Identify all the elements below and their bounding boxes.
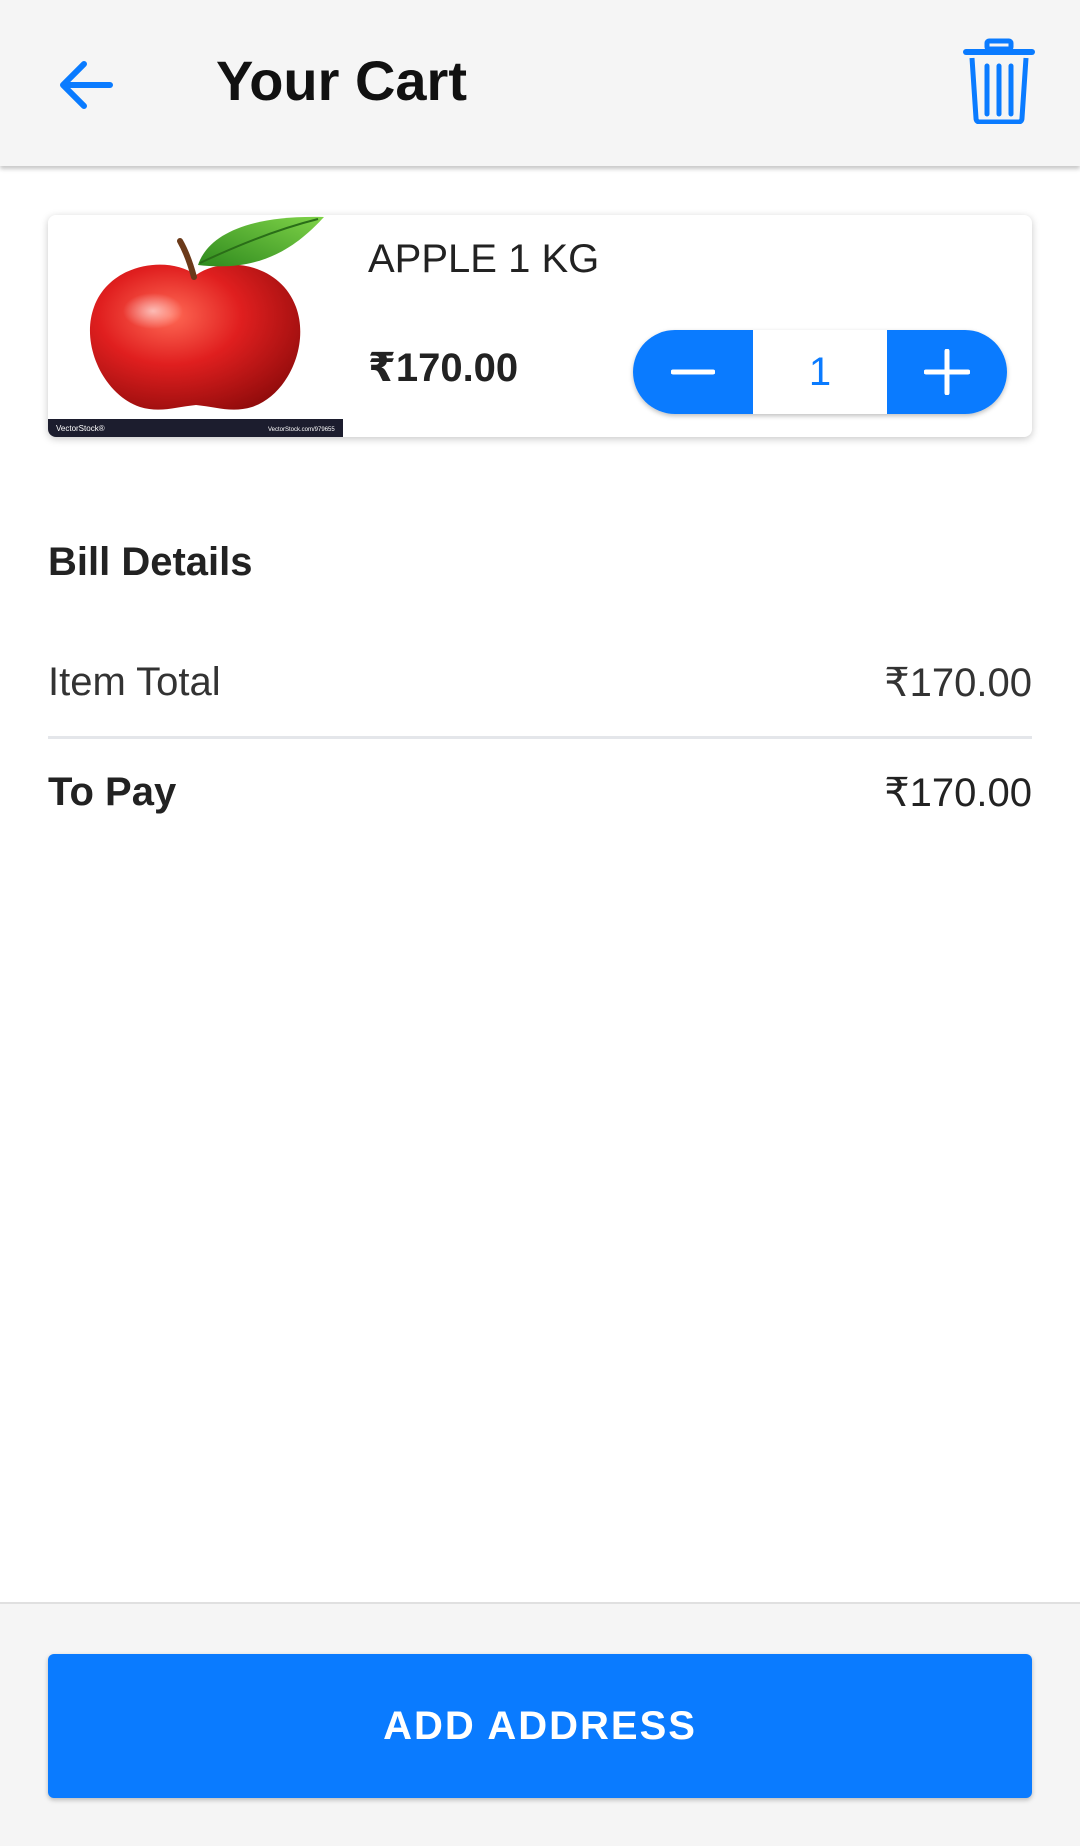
back-button[interactable] xyxy=(52,52,118,118)
image-watermark-left: VectorStock® xyxy=(56,424,105,433)
arrow-left-icon xyxy=(60,61,113,109)
to-pay-row: To Pay ₹170.00 xyxy=(48,770,1032,816)
bill-details-heading: Bill Details xyxy=(48,540,253,584)
image-watermark-right: VectorStock.com/979655 xyxy=(268,427,335,433)
bill-divider xyxy=(48,736,1032,739)
cart-item-card: VectorStock® VectorStock.com/979655 APPL… xyxy=(48,215,1032,437)
add-address-button[interactable]: ADD ADDRESS xyxy=(48,1654,1032,1798)
item-total-value: ₹170.00 xyxy=(884,661,1032,705)
minus-icon xyxy=(671,369,715,375)
product-price: ₹170.00 xyxy=(368,346,519,390)
page-title: Your Cart xyxy=(216,49,467,112)
bottom-bar: ADD ADDRESS xyxy=(0,1602,1080,1846)
increase-quantity-button[interactable] xyxy=(887,330,1007,414)
product-image: VectorStock® VectorStock.com/979655 xyxy=(48,215,343,437)
quantity-stepper: 1 xyxy=(633,330,1007,414)
product-name: APPLE 1 KG xyxy=(368,237,600,281)
item-total-row: Item Total ₹170.00 xyxy=(48,660,1032,706)
to-pay-value: ₹170.00 xyxy=(884,771,1032,815)
quantity-value: 1 xyxy=(753,330,887,414)
decrease-quantity-button[interactable] xyxy=(633,330,753,414)
to-pay-label: To Pay xyxy=(48,770,177,814)
app-bar: Your Cart xyxy=(0,0,1080,166)
trash-icon xyxy=(963,38,1035,125)
plus-icon xyxy=(924,349,970,395)
apple-image: VectorStock® VectorStock.com/979655 xyxy=(48,215,343,437)
clear-cart-button[interactable] xyxy=(962,38,1036,125)
item-total-label: Item Total xyxy=(48,660,221,704)
